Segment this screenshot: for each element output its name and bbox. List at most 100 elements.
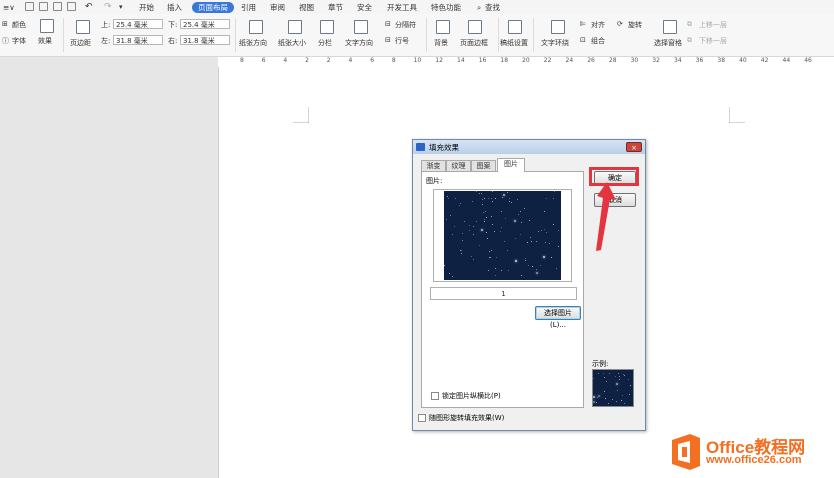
search-label[interactable]: 查找	[482, 2, 503, 13]
close-button[interactable]: ×	[626, 142, 642, 152]
margin-bottom-input[interactable]: 25.4 毫米	[180, 19, 230, 29]
star	[505, 218, 506, 219]
align-icon[interactable]: ⊫	[580, 20, 586, 28]
selection-pane-button[interactable]: 选择窗格	[654, 38, 682, 48]
star	[508, 270, 509, 271]
rotate-fill-label[interactable]: 随图形旋转填充效果(W)	[429, 413, 504, 423]
redo-icon[interactable]: ↷	[101, 2, 115, 13]
bring-forward-icon[interactable]: ⧉	[687, 20, 692, 29]
orientation-icon[interactable]	[249, 20, 263, 34]
align-button[interactable]: 对齐	[591, 20, 605, 30]
print-icon[interactable]	[53, 2, 62, 11]
tab-references[interactable]: 引用	[238, 2, 259, 13]
margin-top-input[interactable]: 25.4 毫米	[113, 19, 163, 29]
lock-ratio-checkbox[interactable]	[431, 392, 439, 400]
tab-developer[interactable]: 开发工具	[384, 2, 420, 13]
picture-page-number: 1	[430, 287, 577, 300]
rotate-fill-checkbox[interactable]	[418, 414, 426, 422]
star	[462, 240, 463, 241]
text-wrap-button[interactable]: 文字环绕	[541, 38, 569, 48]
ruler-tick-label: 2	[326, 57, 331, 64]
tab-chapter[interactable]: 章节	[325, 2, 346, 13]
tab-texture[interactable]: 纹理	[446, 160, 471, 171]
star	[604, 377, 605, 378]
star	[623, 374, 624, 375]
margin-right-input[interactable]: 31.8 毫米	[180, 35, 230, 45]
star	[541, 230, 542, 231]
send-backward-button[interactable]: 下移一层	[699, 36, 727, 46]
page-border-icon[interactable]	[468, 20, 482, 34]
background-button[interactable]: 背景	[434, 38, 448, 48]
star	[536, 269, 537, 270]
margin-corner-top-right	[729, 107, 745, 123]
watermark: Office教程网 www.office26.com	[666, 428, 834, 478]
tab-gradient[interactable]: 渐变	[421, 160, 446, 171]
group-button[interactable]: 组合	[591, 36, 605, 46]
selection-pane-icon[interactable]	[663, 20, 677, 34]
separator-icon[interactable]: ⊟	[385, 20, 391, 28]
paper-size-icon[interactable]	[288, 20, 302, 34]
dialog-titlebar[interactable]: 填充效果 ×	[413, 140, 645, 154]
separator-button[interactable]: 分隔符	[395, 20, 416, 30]
star	[448, 198, 449, 199]
send-backward-icon[interactable]: ⧉	[687, 36, 692, 45]
tab-security[interactable]: 安全	[354, 2, 375, 13]
customize-dropdown-icon[interactable]: ▾	[116, 2, 126, 13]
lock-ratio-label[interactable]: 锁定图片纵横比(P)	[442, 391, 501, 401]
orientation-button[interactable]: 纸张方向	[239, 38, 267, 48]
tab-picture[interactable]: 图片	[497, 158, 525, 172]
rotate-button[interactable]: 旋转	[628, 20, 642, 30]
tab-page-layout[interactable]: 页面布局	[192, 2, 234, 13]
theme-font-icon[interactable]: ⓘ	[2, 36, 9, 46]
tab-pattern[interactable]: 图案	[471, 160, 496, 171]
ruler-tick-label: 8	[391, 57, 396, 64]
select-picture-button[interactable]: 选择图片(L)...	[535, 306, 581, 329]
star	[521, 222, 522, 223]
tab-review[interactable]: 审阅	[267, 2, 288, 13]
theme-effect-button[interactable]: 效果	[38, 36, 52, 46]
print-preview-icon[interactable]	[67, 2, 76, 11]
text-direction-button[interactable]: 文字方向	[345, 38, 373, 48]
text-direction-icon[interactable]	[354, 20, 368, 34]
ruler-tick-label: 30	[630, 57, 639, 64]
margins-button[interactable]: 页边距	[70, 38, 91, 48]
undo-icon[interactable]: ↶	[82, 2, 96, 13]
ruler-tick-label: 44	[782, 57, 791, 64]
ruler-tick-label: 18	[500, 57, 509, 64]
star	[450, 215, 451, 216]
tab-view[interactable]: 视图	[296, 2, 317, 13]
theme-color-button[interactable]: 颜色	[12, 20, 26, 30]
margins-icon[interactable]	[76, 20, 90, 34]
columns-icon[interactable]	[320, 20, 334, 34]
bring-forward-button[interactable]: 上移一层	[699, 20, 727, 30]
menu-toggle-icon[interactable]: ≡∨	[0, 2, 18, 13]
divider	[498, 18, 499, 52]
page-border-button[interactable]: 页面边框	[460, 38, 488, 48]
star	[461, 253, 462, 254]
background-icon[interactable]	[436, 20, 450, 34]
save-icon[interactable]	[25, 2, 34, 11]
tab-home[interactable]: 开始	[136, 2, 157, 13]
star	[609, 373, 610, 374]
theme-font-button[interactable]: 字体	[12, 36, 26, 46]
rotate-icon[interactable]: ⟳	[617, 20, 623, 28]
text-wrap-icon[interactable]	[551, 20, 565, 34]
theme-effect-icon[interactable]	[40, 19, 54, 33]
star	[593, 396, 595, 398]
tab-insert[interactable]: 插入	[164, 2, 185, 13]
columns-button[interactable]: 分栏	[318, 38, 332, 48]
paper-size-button[interactable]: 纸张大小	[278, 38, 306, 48]
tab-special-features[interactable]: 特色功能	[428, 2, 464, 13]
margin-left-input[interactable]: 31.8 毫米	[113, 35, 163, 45]
manuscript-setup-icon[interactable]	[508, 20, 522, 34]
manuscript-setup-button[interactable]: 稿纸设置	[500, 38, 528, 48]
star	[486, 217, 487, 218]
star	[500, 231, 501, 232]
app-logo-icon	[416, 143, 425, 151]
cancel-button[interactable]: 取消	[594, 193, 636, 207]
format-painter-icon[interactable]	[39, 2, 48, 11]
line-number-button[interactable]: 行号	[395, 36, 409, 46]
group-icon[interactable]: ⊡	[580, 36, 586, 44]
line-number-icon[interactable]: ⊟	[385, 36, 391, 44]
theme-color-icon[interactable]: ⊞	[2, 20, 8, 28]
